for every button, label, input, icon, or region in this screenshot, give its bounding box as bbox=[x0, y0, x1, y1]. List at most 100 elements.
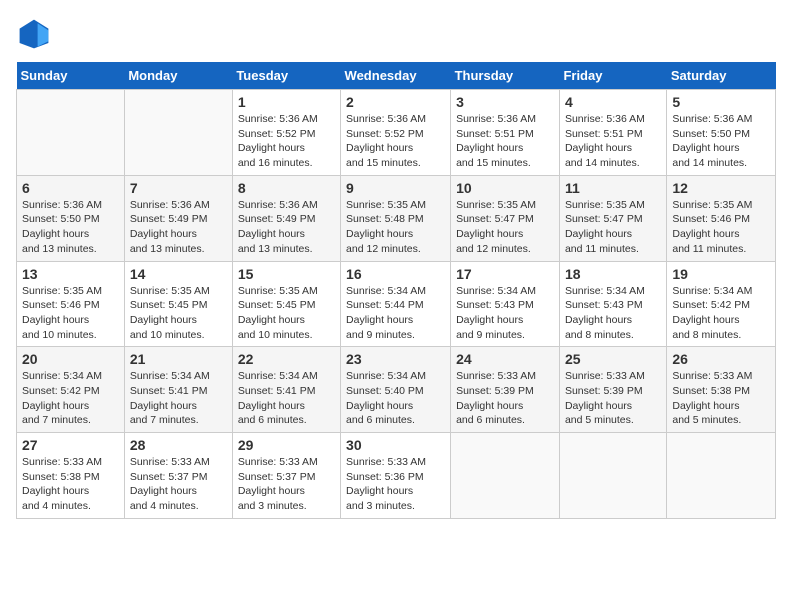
calendar-cell: 27 Sunrise: 5:33 AMSunset: 5:38 PMDayligh… bbox=[17, 433, 125, 519]
day-info: Sunrise: 5:35 AMSunset: 5:48 PMDaylight … bbox=[346, 198, 445, 257]
calendar-table: SundayMondayTuesdayWednesdayThursdayFrid… bbox=[16, 62, 776, 519]
calendar-cell bbox=[559, 433, 666, 519]
calendar-week-row: 6 Sunrise: 5:36 AMSunset: 5:50 PMDaylight… bbox=[17, 175, 776, 261]
day-number: 9 bbox=[346, 180, 445, 196]
day-number: 6 bbox=[22, 180, 119, 196]
calendar-cell: 30 Sunrise: 5:33 AMSunset: 5:36 PMDayligh… bbox=[341, 433, 451, 519]
day-number: 22 bbox=[238, 351, 335, 367]
calendar-cell bbox=[667, 433, 776, 519]
day-number: 14 bbox=[130, 266, 227, 282]
calendar-cell: 15 Sunrise: 5:35 AMSunset: 5:45 PMDayligh… bbox=[232, 261, 340, 347]
day-number: 28 bbox=[130, 437, 227, 453]
weekday-header-row: SundayMondayTuesdayWednesdayThursdayFrid… bbox=[17, 62, 776, 90]
calendar-cell: 3Sunrise: 5:36 AMSunset: 5:51 PMDaylight… bbox=[451, 90, 560, 176]
day-info: Sunrise: 5:35 AMSunset: 5:46 PMDaylight … bbox=[22, 284, 119, 343]
day-info: Sunrise: 5:36 AMSunset: 5:49 PMDaylight … bbox=[238, 198, 335, 257]
calendar-cell: 22 Sunrise: 5:34 AMSunset: 5:41 PMDayligh… bbox=[232, 347, 340, 433]
logo bbox=[16, 16, 56, 52]
day-number: 23 bbox=[346, 351, 445, 367]
day-number: 30 bbox=[346, 437, 445, 453]
calendar-cell: 9 Sunrise: 5:35 AMSunset: 5:48 PMDaylight… bbox=[341, 175, 451, 261]
day-info: Sunrise: 5:34 AMSunset: 5:44 PMDaylight … bbox=[346, 284, 445, 343]
calendar-cell: 17 Sunrise: 5:34 AMSunset: 5:43 PMDayligh… bbox=[451, 261, 560, 347]
day-number: 16 bbox=[346, 266, 445, 282]
day-info: Sunrise: 5:34 AMSunset: 5:43 PMDaylight … bbox=[565, 284, 661, 343]
day-info: Sunrise: 5:33 AMSunset: 5:37 PMDaylight … bbox=[238, 455, 335, 514]
day-info: Sunrise: 5:35 AMSunset: 5:45 PMDaylight … bbox=[130, 284, 227, 343]
page-header bbox=[16, 16, 776, 52]
calendar-cell: 7 Sunrise: 5:36 AMSunset: 5:49 PMDaylight… bbox=[124, 175, 232, 261]
weekday-header: Tuesday bbox=[232, 62, 340, 90]
day-number: 1 bbox=[238, 94, 335, 110]
calendar-cell: 28 Sunrise: 5:33 AMSunset: 5:37 PMDayligh… bbox=[124, 433, 232, 519]
day-info: Sunrise: 5:34 AMSunset: 5:42 PMDaylight … bbox=[672, 284, 770, 343]
calendar-cell: 20 Sunrise: 5:34 AMSunset: 5:42 PMDayligh… bbox=[17, 347, 125, 433]
day-info: Sunrise: 5:34 AMSunset: 5:41 PMDaylight … bbox=[130, 369, 227, 428]
day-info: Sunrise: 5:35 AMSunset: 5:45 PMDaylight … bbox=[238, 284, 335, 343]
day-number: 19 bbox=[672, 266, 770, 282]
logo-icon bbox=[16, 16, 52, 52]
day-number: 8 bbox=[238, 180, 335, 196]
day-info: Sunrise: 5:35 AMSunset: 5:47 PMDaylight … bbox=[565, 198, 661, 257]
weekday-header: Thursday bbox=[451, 62, 560, 90]
calendar-cell: 23Sunrise: 5:34 AMSunset: 5:40 PMDayligh… bbox=[341, 347, 451, 433]
weekday-header: Monday bbox=[124, 62, 232, 90]
day-number: 4 bbox=[565, 94, 661, 110]
day-number: 27 bbox=[22, 437, 119, 453]
day-number: 2 bbox=[346, 94, 445, 110]
calendar-cell bbox=[17, 90, 125, 176]
weekday-header: Saturday bbox=[667, 62, 776, 90]
day-number: 18 bbox=[565, 266, 661, 282]
calendar-cell: 18 Sunrise: 5:34 AMSunset: 5:43 PMDayligh… bbox=[559, 261, 666, 347]
day-number: 20 bbox=[22, 351, 119, 367]
calendar-cell: 21 Sunrise: 5:34 AMSunset: 5:41 PMDayligh… bbox=[124, 347, 232, 433]
calendar-cell: 26 Sunrise: 5:33 AMSunset: 5:38 PMDayligh… bbox=[667, 347, 776, 433]
day-number: 13 bbox=[22, 266, 119, 282]
calendar-cell: 2 Sunrise: 5:36 AMSunset: 5:52 PMDaylight… bbox=[341, 90, 451, 176]
calendar-cell bbox=[451, 433, 560, 519]
calendar-cell: 6 Sunrise: 5:36 AMSunset: 5:50 PMDaylight… bbox=[17, 175, 125, 261]
day-number: 3 bbox=[456, 94, 554, 110]
calendar-cell: 29Sunrise: 5:33 AMSunset: 5:37 PMDayligh… bbox=[232, 433, 340, 519]
weekday-header: Sunday bbox=[17, 62, 125, 90]
day-info: Sunrise: 5:34 AMSunset: 5:42 PMDaylight … bbox=[22, 369, 119, 428]
day-info: Sunrise: 5:33 AMSunset: 5:38 PMDaylight … bbox=[22, 455, 119, 514]
day-info: Sunrise: 5:33 AMSunset: 5:36 PMDaylight … bbox=[346, 455, 445, 514]
day-info: Sunrise: 5:33 AMSunset: 5:39 PMDaylight … bbox=[456, 369, 554, 428]
day-info: Sunrise: 5:36 AMSunset: 5:50 PMDaylight … bbox=[672, 112, 770, 171]
day-number: 5 bbox=[672, 94, 770, 110]
day-info: Sunrise: 5:34 AMSunset: 5:41 PMDaylight … bbox=[238, 369, 335, 428]
day-number: 11 bbox=[565, 180, 661, 196]
day-info: Sunrise: 5:36 AMSunset: 5:49 PMDaylight … bbox=[130, 198, 227, 257]
calendar-cell: 5 Sunrise: 5:36 AMSunset: 5:50 PMDaylight… bbox=[667, 90, 776, 176]
day-info: Sunrise: 5:36 AMSunset: 5:50 PMDaylight … bbox=[22, 198, 119, 257]
calendar-cell: 24 Sunrise: 5:33 AMSunset: 5:39 PMDayligh… bbox=[451, 347, 560, 433]
day-number: 21 bbox=[130, 351, 227, 367]
calendar-cell: 10 Sunrise: 5:35 AMSunset: 5:47 PMDayligh… bbox=[451, 175, 560, 261]
day-info: Sunrise: 5:34 AMSunset: 5:43 PMDaylight … bbox=[456, 284, 554, 343]
day-number: 10 bbox=[456, 180, 554, 196]
day-info: Sunrise: 5:36 AMSunset: 5:51 PMDaylight … bbox=[565, 112, 661, 171]
day-info: Sunrise: 5:33 AMSunset: 5:37 PMDaylight … bbox=[130, 455, 227, 514]
weekday-header: Wednesday bbox=[341, 62, 451, 90]
calendar-week-row: 13 Sunrise: 5:35 AMSunset: 5:46 PMDayligh… bbox=[17, 261, 776, 347]
calendar-week-row: 27 Sunrise: 5:33 AMSunset: 5:38 PMDayligh… bbox=[17, 433, 776, 519]
day-info: Sunrise: 5:35 AMSunset: 5:47 PMDaylight … bbox=[456, 198, 554, 257]
calendar-cell: 11 Sunrise: 5:35 AMSunset: 5:47 PMDayligh… bbox=[559, 175, 666, 261]
calendar-cell: 1Sunrise: 5:36 AMSunset: 5:52 PMDaylight… bbox=[232, 90, 340, 176]
day-number: 12 bbox=[672, 180, 770, 196]
calendar-cell bbox=[124, 90, 232, 176]
day-number: 7 bbox=[130, 180, 227, 196]
weekday-header: Friday bbox=[559, 62, 666, 90]
day-number: 25 bbox=[565, 351, 661, 367]
day-number: 24 bbox=[456, 351, 554, 367]
day-info: Sunrise: 5:36 AMSunset: 5:52 PMDaylight … bbox=[346, 112, 445, 171]
calendar-week-row: 1 Sunrise: 5:36 AMSunset: 5:52 PMDaylight… bbox=[17, 90, 776, 176]
day-number: 15 bbox=[238, 266, 335, 282]
day-number: 17 bbox=[456, 266, 554, 282]
day-number: 26 bbox=[672, 351, 770, 367]
day-info: Sunrise: 5:35 AMSunset: 5:46 PMDaylight … bbox=[672, 198, 770, 257]
day-info: Sunrise: 5:33 AMSunset: 5:38 PMDaylight … bbox=[672, 369, 770, 428]
calendar-cell: 13 Sunrise: 5:35 AMSunset: 5:46 PMDayligh… bbox=[17, 261, 125, 347]
calendar-cell: 12 Sunrise: 5:35 AMSunset: 5:46 PMDayligh… bbox=[667, 175, 776, 261]
